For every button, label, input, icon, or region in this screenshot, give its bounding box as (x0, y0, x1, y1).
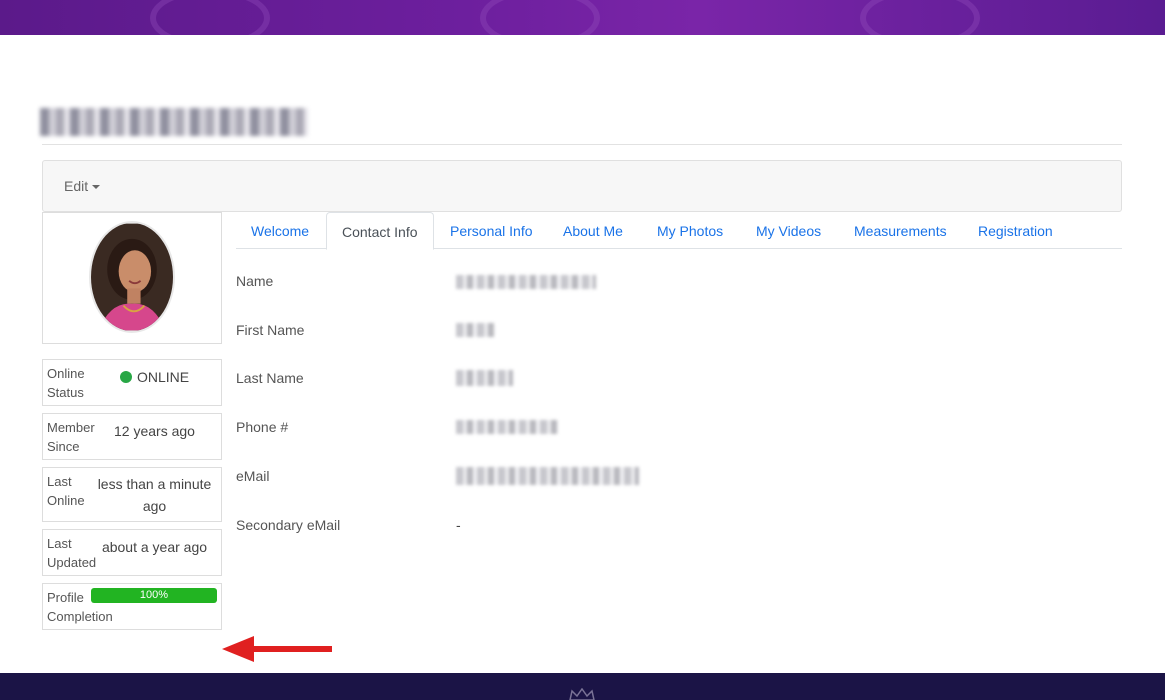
banner-ornament (150, 0, 270, 35)
tab-about-me[interactable]: About Me (548, 212, 638, 249)
footer (0, 673, 1165, 700)
last-updated-value: about a year ago (101, 539, 208, 555)
tab-contact-info[interactable]: Contact Info (326, 212, 434, 250)
online-status-value: ONLINE (88, 360, 221, 405)
online-status-label: Online Status (47, 366, 85, 400)
phone-value-redacted (456, 420, 558, 434)
tab-registration[interactable]: Registration (963, 212, 1068, 249)
tab-personal-info[interactable]: Personal Info (435, 212, 548, 249)
banner-ornament (480, 0, 600, 35)
title-divider (42, 144, 1122, 145)
member-since-card: Member Since 12 years ago (42, 413, 222, 460)
last-online-value: less than a minute ago (97, 476, 212, 514)
member-since-value: 12 years ago (114, 423, 195, 439)
profile-title-redacted (40, 108, 308, 136)
tab-my-videos[interactable]: My Videos (741, 212, 836, 249)
avatar-panel (42, 212, 222, 344)
profile-completion-card: Profile Completion 100% (42, 583, 222, 630)
last-updated-card: Last Updated about a year ago (42, 529, 222, 576)
caret-down-icon (92, 185, 101, 190)
email-label: eMail (236, 468, 270, 484)
profile-tabs: Welcome Contact Info Personal Info About… (236, 212, 1122, 250)
phone-label: Phone # (236, 419, 289, 435)
name-value-redacted (456, 275, 596, 289)
online-status-text: ONLINE (136, 369, 190, 385)
top-banner (0, 0, 1165, 35)
last-name-label: Last Name (236, 370, 304, 386)
tab-welcome[interactable]: Welcome (236, 212, 324, 249)
profile-toolbar: Edit (42, 160, 1122, 212)
last-updated-label: Last Updated (47, 536, 97, 570)
edit-dropdown-button[interactable]: Edit (64, 178, 101, 194)
progress-fill: 100% (91, 588, 217, 603)
secondary-email-label: Secondary eMail (236, 517, 341, 533)
last-name-value-redacted (456, 370, 513, 386)
member-since-label: Member Since (47, 420, 95, 454)
last-online-card: Last Online less than a minute ago (42, 467, 222, 522)
name-label: Name (236, 273, 274, 289)
crown-icon (569, 688, 595, 700)
secondary-email-value: - (456, 517, 461, 533)
tab-measurements[interactable]: Measurements (839, 212, 962, 249)
email-value-redacted (456, 467, 639, 485)
online-status-card: Online Status ONLINE (42, 359, 222, 406)
avatar-photo (91, 223, 173, 331)
banner-ornament (860, 0, 980, 35)
first-name-value-redacted (456, 323, 494, 337)
first-name-label: First Name (236, 322, 305, 338)
tab-my-photos[interactable]: My Photos (642, 212, 738, 249)
last-online-label: Last Online (47, 474, 85, 508)
online-dot-icon (119, 371, 132, 383)
edit-label: Edit (64, 178, 89, 194)
avatar[interactable] (89, 221, 175, 333)
red-arrow-left-icon (222, 636, 332, 662)
profile-completion-progress: 100% (91, 588, 217, 603)
